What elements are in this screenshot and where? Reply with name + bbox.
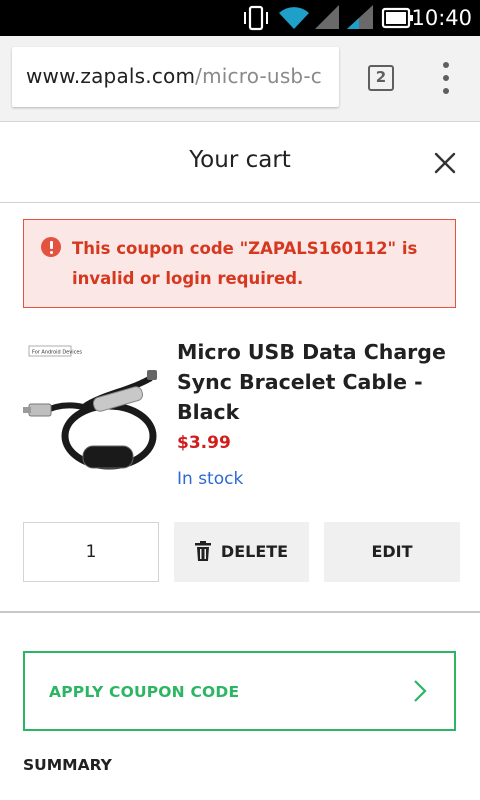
stock-status: In stock <box>177 469 244 489</box>
delete-label: DELETE <box>220 542 289 561</box>
alert-message: This coupon code "ZAPALS160112" is inval… <box>72 239 418 288</box>
vibrate-icon <box>244 5 268 31</box>
summary-heading: SUMMARY <box>23 756 112 774</box>
status-time: 10:40 <box>411 6 472 30</box>
browser-menu-icon[interactable] <box>438 62 454 94</box>
page-title: Your cart <box>189 147 291 173</box>
url-path: /micro-usb-c <box>195 64 322 88</box>
product-image[interactable]: For Android Devices <box>23 338 158 478</box>
wifi-icon <box>279 7 309 30</box>
quantity-field[interactable]: 1 <box>23 522 159 582</box>
battery-icon <box>381 7 413 29</box>
chevron-right-icon <box>414 680 427 702</box>
coupon-error-alert: This coupon code "ZAPALS160112" is inval… <box>23 219 456 308</box>
apply-coupon-button[interactable]: APPLY COUPON CODE <box>23 651 456 731</box>
address-bar[interactable]: www.zapals.com/micro-usb-c <box>12 47 339 107</box>
status-bar: 10:40 <box>0 0 480 36</box>
trash-icon <box>194 540 211 561</box>
url-text[interactable]: www.zapals.com/micro-usb-c <box>26 64 322 88</box>
signal-2-icon <box>347 5 373 29</box>
tab-switcher-button[interactable]: 2 <box>368 65 394 91</box>
edit-button[interactable]: EDIT <box>324 522 460 582</box>
product-image-caption: For Android Devices <box>32 350 82 356</box>
divider <box>0 611 480 613</box>
product-name[interactable]: Micro USB Data Charge Sync Bracelet Cabl… <box>177 337 457 427</box>
coupon-label: APPLY COUPON CODE <box>49 683 240 701</box>
product-price: $3.99 <box>177 433 231 453</box>
edit-label: EDIT <box>371 542 413 561</box>
cart-header: Your cart <box>0 123 480 203</box>
delete-button[interactable]: DELETE <box>174 522 309 582</box>
browser-toolbar: www.zapals.com/micro-usb-c 2 <box>0 36 480 122</box>
signal-1-icon <box>315 5 339 29</box>
error-icon <box>41 237 61 257</box>
close-icon[interactable] <box>432 150 458 176</box>
url-host: www.zapals.com <box>26 64 196 88</box>
